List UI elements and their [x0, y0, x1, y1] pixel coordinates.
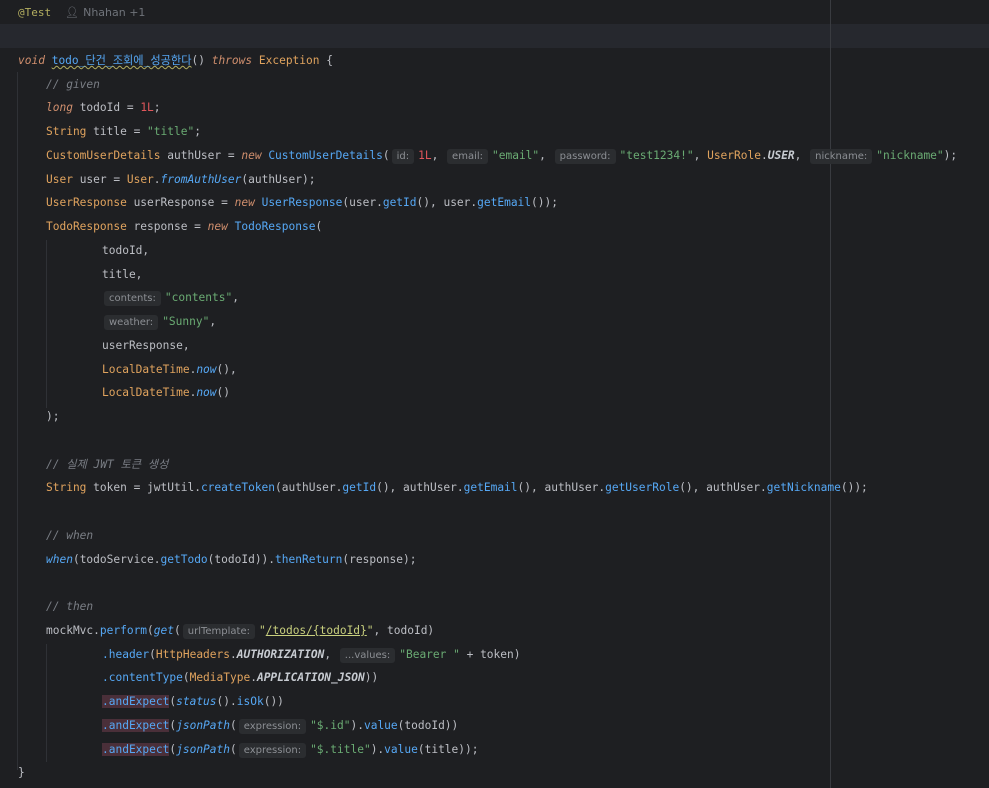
method-name: todo_단건_조회에_성공한다: [51, 54, 192, 67]
code-line[interactable]: .andExpect(status().isOk()): [102, 693, 284, 711]
code-line[interactable]: .header(HttpHeaders.AUTHORIZATION, ...va…: [102, 646, 520, 664]
code-vision-header: @Test 👤︎ Nhahan +1: [18, 6, 145, 19]
indent-guide: [46, 644, 47, 762]
comment: // given: [46, 78, 100, 91]
comment: // when: [46, 529, 94, 542]
author-lens[interactable]: 👤︎ Nhahan +1: [65, 6, 145, 19]
author-name: Nhahan +1: [83, 6, 146, 19]
andexpect-highlight: .andExpect: [102, 695, 170, 708]
url-template-link[interactable]: /todos/{todoId}: [266, 624, 367, 637]
param-hint: expression:: [238, 743, 307, 758]
code-line[interactable]: .andExpect(jsonPath(expression: "$.id").v…: [102, 717, 458, 735]
comment: // then: [46, 600, 94, 613]
test-annotation: @Test: [18, 6, 52, 19]
code-line[interactable]: User user = User.fromAuthUser(authUser);: [46, 171, 315, 189]
andexpect-highlight: .andExpect: [102, 719, 170, 732]
param-hint: id:: [391, 149, 415, 164]
code-line[interactable]: when(todoService.getTodo(todoId)).thenRe…: [46, 551, 416, 569]
param-hint: weather:: [104, 315, 159, 330]
code-editor[interactable]: @Test 👤︎ Nhahan +1 void todo_단건_조회에_성공한다…: [0, 0, 989, 788]
code-line[interactable]: long todoId = 1L;: [46, 99, 161, 117]
indent-guide: [46, 240, 47, 408]
param-hint: password:: [554, 149, 616, 164]
code-line[interactable]: String title = "title";: [46, 123, 201, 141]
code-line[interactable]: .contentType(MediaType.APPLICATION_JSON)…: [102, 669, 378, 687]
code-line[interactable]: String token = jwtUtil.createToken(authU…: [46, 479, 868, 497]
param-hint: nickname:: [810, 149, 873, 164]
indent-guide: [17, 72, 18, 770]
andexpect-highlight: .andExpect: [102, 743, 170, 756]
param-hint: urlTemplate:: [182, 624, 255, 639]
code-line[interactable]: todoId,: [102, 242, 149, 260]
code-line[interactable]: TodoResponse response = new TodoResponse…: [46, 218, 322, 236]
param-hint: email:: [447, 149, 488, 164]
param-hint: contents:: [104, 291, 161, 306]
code-line[interactable]: void todo_단건_조회에_성공한다() throws Exception…: [18, 52, 333, 70]
code-line[interactable]: CustomUserDetails authUser = new CustomU…: [46, 147, 957, 165]
code-line[interactable]: title,: [102, 266, 142, 284]
code-line[interactable]: UserResponse userResponse = new UserResp…: [46, 194, 558, 212]
right-margin-guide: [830, 0, 831, 788]
person-icon: 👤︎: [65, 6, 80, 19]
current-line-highlight: [0, 24, 989, 48]
code-line[interactable]: contents: "contents",: [102, 289, 239, 307]
code-line[interactable]: );: [46, 408, 59, 426]
code-line[interactable]: LocalDateTime.now(): [102, 384, 230, 402]
param-hint: ...values:: [339, 648, 396, 663]
code-line[interactable]: userResponse,: [102, 337, 190, 355]
closing-brace[interactable]: }: [18, 764, 25, 782]
code-line[interactable]: weather: "Sunny",: [102, 313, 216, 331]
code-line[interactable]: .andExpect(jsonPath(expression: "$.title"…: [102, 741, 478, 759]
code-line[interactable]: mockMvc.perform(get(urlTemplate: "/todos/…: [46, 622, 434, 640]
param-hint: expression:: [238, 719, 307, 734]
comment: // 실제 JWT 토큰 생성: [46, 458, 169, 471]
code-line[interactable]: LocalDateTime.now(),: [102, 361, 237, 379]
